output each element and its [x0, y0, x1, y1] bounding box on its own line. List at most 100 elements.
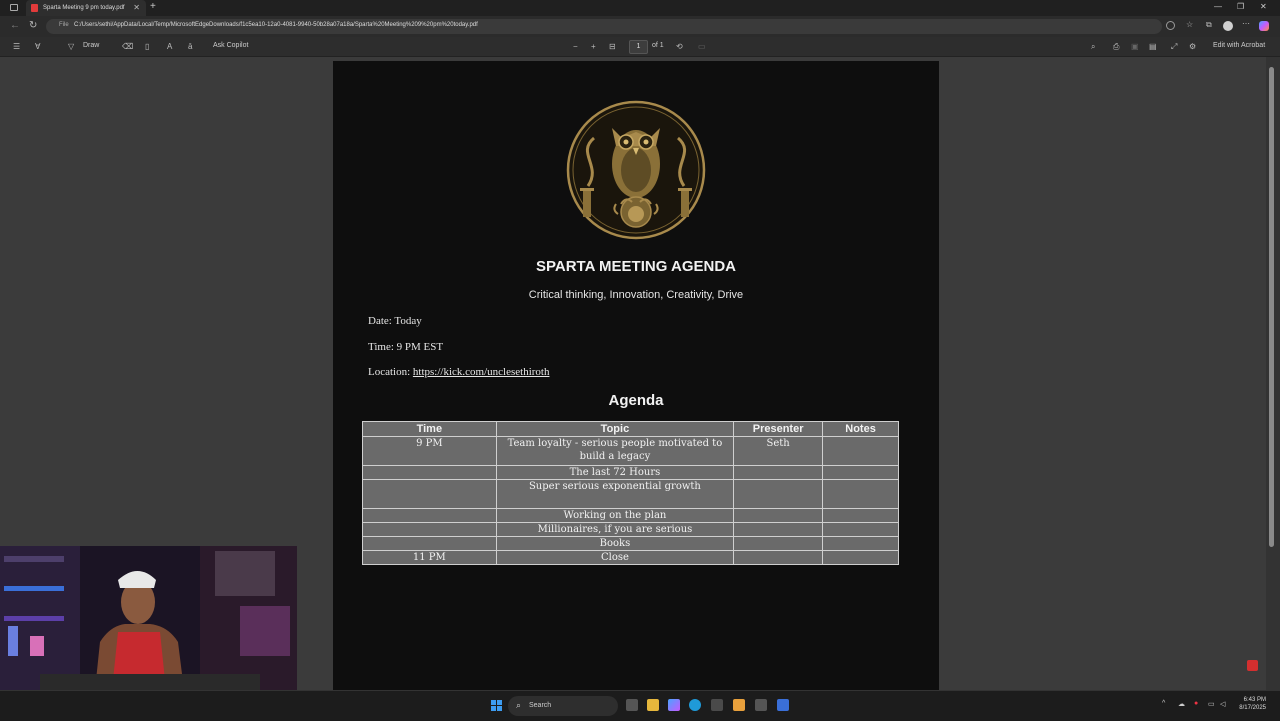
scrollbar-thumb[interactable]	[1269, 67, 1274, 547]
meeting-time: Time: 9 PM EST	[368, 341, 444, 353]
recorder-icon[interactable]	[777, 699, 789, 711]
cloud-icon[interactable]: ☁	[1178, 700, 1185, 708]
cell-notes	[822, 465, 899, 480]
rotate-icon[interactable]: ⟲	[676, 42, 683, 51]
erase-icon[interactable]: ⌫	[122, 42, 133, 51]
maximize-icon[interactable]: ❐	[1237, 2, 1244, 11]
location-link[interactable]: https://kick.com/unclesethiroth	[413, 366, 550, 378]
copilot-icon[interactable]	[1259, 21, 1269, 31]
agenda-heading: Agenda	[608, 392, 664, 409]
edge-icon[interactable]	[689, 699, 701, 711]
highlight-icon[interactable]: ∀	[35, 42, 40, 51]
app-icon[interactable]	[733, 699, 745, 711]
page-total: of 1	[652, 42, 664, 49]
cell-presenter	[733, 508, 824, 523]
cell-topic: Close	[495, 550, 735, 565]
tray-chevron-icon[interactable]: ^	[1162, 700, 1165, 707]
table-row: Millionaires, if you are serious	[362, 522, 899, 537]
cell-time: 9 PM	[362, 436, 497, 466]
table-row: 9 PM Team loyalty - serious people motiv…	[362, 436, 899, 466]
edit-with-acrobat-button[interactable]: Edit with Acrobat	[1213, 42, 1265, 49]
scrollbar[interactable]	[1266, 57, 1280, 690]
url-text: C:/Users/sethi/AppData/Local/Temp/Micros…	[74, 22, 478, 28]
windows-start-icon[interactable]	[491, 700, 502, 711]
zoom-in-icon[interactable]: +	[591, 42, 596, 51]
read-aloud-icon[interactable]: A	[167, 42, 172, 51]
network-icon[interactable]: ▭	[1208, 700, 1215, 708]
copilot-app-icon[interactable]	[668, 699, 680, 711]
page-number-input[interactable]: 1	[629, 40, 648, 54]
cell-presenter	[733, 522, 824, 537]
back-icon[interactable]: ←	[10, 20, 20, 31]
title-bar: Sparta Meeting 9 pm today.pdf ✕ + — ❐ ✕	[0, 0, 1280, 16]
task-view-icon[interactable]	[626, 699, 638, 711]
taskbar: ⌕ Search ^ ☁ ● ▭ ◁ 6:43 PM 8/17/2025	[0, 690, 1280, 721]
table-row: Working on the plan	[362, 508, 899, 523]
table-row: The last 72 Hours	[362, 465, 899, 480]
close-window-icon[interactable]: ✕	[1260, 2, 1267, 11]
cell-topic: Team loyalty - serious people motivated …	[495, 436, 735, 466]
draw-button[interactable]: Draw	[83, 42, 99, 49]
table-row: Super serious exponential growth	[362, 479, 899, 509]
webcam-image	[0, 546, 297, 690]
location-label: Location:	[368, 366, 413, 378]
save-icon[interactable]: ▣	[1131, 42, 1139, 51]
cell-presenter	[733, 550, 824, 565]
cell-time	[362, 536, 497, 551]
cell-time	[362, 465, 497, 480]
avatar[interactable]	[1223, 21, 1233, 31]
cell-notes	[822, 479, 899, 509]
extensions-icon[interactable]: ⧉	[1206, 20, 1212, 30]
fit-page-icon[interactable]: ⊟	[609, 42, 616, 51]
file-explorer-icon[interactable]	[647, 699, 659, 711]
table-row: Books	[362, 536, 899, 551]
clock[interactable]: 6:43 PM 8/17/2025	[1232, 696, 1266, 712]
close-tab-icon[interactable]: ✕	[133, 3, 140, 12]
more-options-icon[interactable]: ⋯	[1242, 19, 1250, 28]
mic-icon[interactable]: ●	[1194, 700, 1198, 707]
search-icon[interactable]: ⌕	[1091, 42, 1095, 52]
table-header-row: Time Topic Presenter Notes	[362, 421, 899, 437]
search-icon: ⌕	[516, 700, 522, 710]
cell-presenter	[733, 479, 824, 509]
zoom-out-icon[interactable]: −	[573, 42, 578, 51]
cell-topic: Working on the plan	[495, 508, 735, 523]
store-icon[interactable]	[711, 699, 723, 711]
cell-time: 11 PM	[362, 550, 497, 565]
volume-icon[interactable]: ◁	[1220, 700, 1225, 708]
meeting-location: Location: https://kick.com/unclesethirot…	[368, 366, 549, 378]
page-view-icon[interactable]: ▭	[698, 42, 706, 51]
taskbar-search[interactable]: ⌕ Search	[508, 696, 618, 716]
contents-icon[interactable]: ☰	[13, 42, 20, 51]
cell-notes	[822, 550, 899, 565]
settings-icon[interactable]: ⚙	[1189, 42, 1196, 51]
window-menu-icon[interactable]	[10, 4, 18, 11]
taskbar-search-label: Search	[529, 702, 552, 709]
cell-notes	[822, 436, 899, 466]
cell-time	[362, 522, 497, 537]
save-as-icon[interactable]: ▤	[1149, 42, 1157, 51]
cell-presenter	[733, 465, 824, 480]
header-presenter: Presenter	[733, 421, 824, 437]
sync-icon[interactable]	[1166, 21, 1175, 30]
terminal-icon[interactable]	[755, 699, 767, 711]
browser-tab[interactable]: Sparta Meeting 9 pm today.pdf ✕	[26, 0, 146, 16]
acrobat-icon[interactable]	[1247, 660, 1258, 671]
print-icon[interactable]: ⎙	[1113, 42, 1119, 52]
text-box-icon[interactable]: ▯	[145, 42, 149, 51]
ask-copilot-button[interactable]: Ask Copilot	[213, 42, 248, 49]
header-time: Time	[362, 421, 497, 437]
draw-icon[interactable]: ▽	[68, 42, 74, 51]
translate-icon[interactable]: ā	[188, 42, 192, 51]
url-scheme: File	[59, 22, 69, 28]
cell-topic: Super serious exponential growth	[495, 479, 735, 509]
fullscreen-icon[interactable]: ⤢	[1171, 42, 1177, 52]
url-field[interactable]: File C:/Users/sethi/AppData/Local/Temp/M…	[46, 19, 1162, 34]
favorites-icon[interactable]: ☆	[1186, 20, 1193, 29]
refresh-icon[interactable]: ↻	[29, 20, 37, 31]
tab-title: Sparta Meeting 9 pm today.pdf	[43, 5, 125, 11]
new-tab-icon[interactable]: +	[150, 1, 156, 12]
header-notes: Notes	[822, 421, 899, 437]
cell-topic: The last 72 Hours	[495, 465, 735, 480]
minimize-icon[interactable]: —	[1214, 2, 1222, 11]
